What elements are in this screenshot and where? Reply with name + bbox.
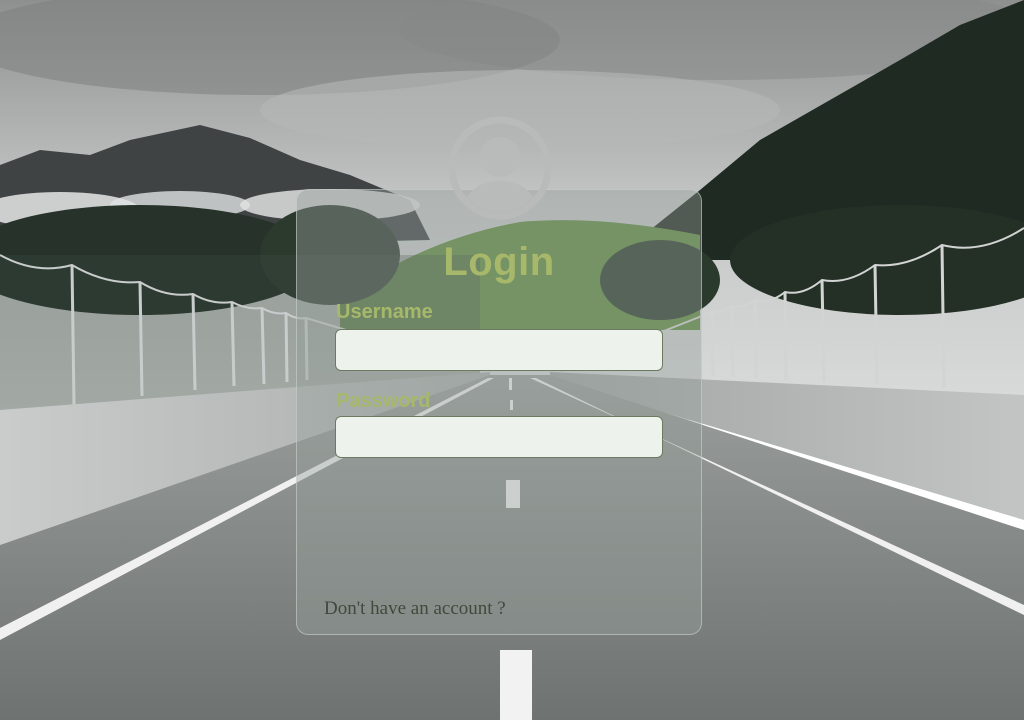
- login-title: Login: [443, 240, 555, 284]
- user-avatar-icon: [448, 116, 552, 220]
- username-label: Username: [336, 301, 433, 323]
- signup-link[interactable]: Don't have an account ?: [324, 597, 506, 621]
- password-label: Password: [336, 390, 431, 412]
- username-input[interactable]: [335, 329, 663, 371]
- password-input[interactable]: [335, 416, 663, 458]
- login-page: Login Username Password Don't have an ac…: [0, 0, 1024, 720]
